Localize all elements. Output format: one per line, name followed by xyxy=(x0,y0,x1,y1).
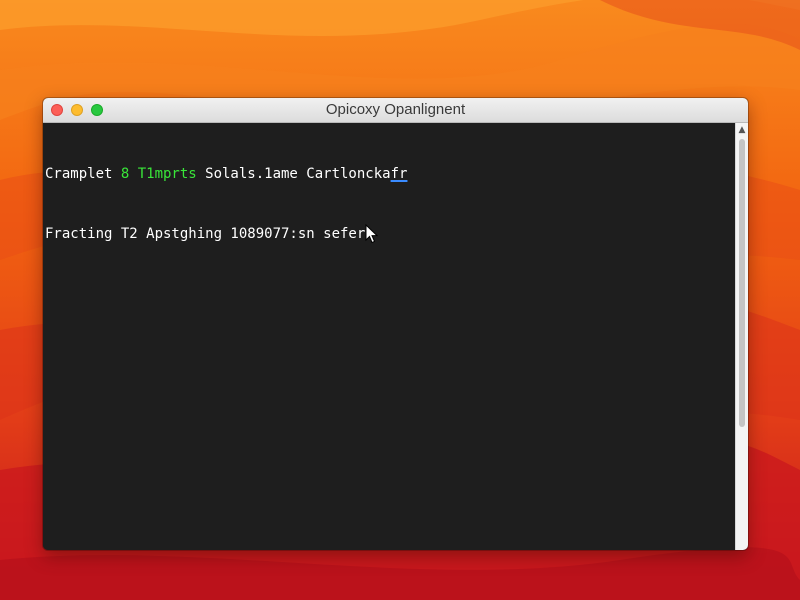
terminal-window: Opicoxy Opanlignent Cramplet 8 T1mprts S… xyxy=(43,98,748,550)
scroll-up-arrow-icon[interactable]: ▲ xyxy=(736,125,748,135)
line2-text: Fracting T2 Apstghing 1089077:sn sefer xyxy=(45,226,366,242)
line1-highlight: 8 T1mprts xyxy=(120,166,197,182)
vertical-scrollbar[interactable]: ▲ xyxy=(735,123,748,550)
line1-underlined[interactable]: fr xyxy=(391,166,408,182)
terminal-output[interactable]: Cramplet 8 T1mprts Solals.1ame Cartlonck… xyxy=(43,123,735,550)
line1-middle: Solals.1ame Cartloncka xyxy=(196,166,391,182)
line1-prefix: Cramplet xyxy=(45,166,121,182)
terminal-line-2: Fracting T2 Apstghing 1089077:sn sefer xyxy=(45,224,733,244)
window-title: Opicoxy Opanlignent xyxy=(325,101,466,118)
scroll-thumb[interactable] xyxy=(739,139,745,427)
terminal-line-1: Cramplet 8 T1mprts Solals.1ame Cartlonck… xyxy=(45,164,733,184)
window-titlebar[interactable]: Opicoxy Opanlignent xyxy=(43,98,748,123)
mouse-pointer-icon xyxy=(365,224,379,244)
